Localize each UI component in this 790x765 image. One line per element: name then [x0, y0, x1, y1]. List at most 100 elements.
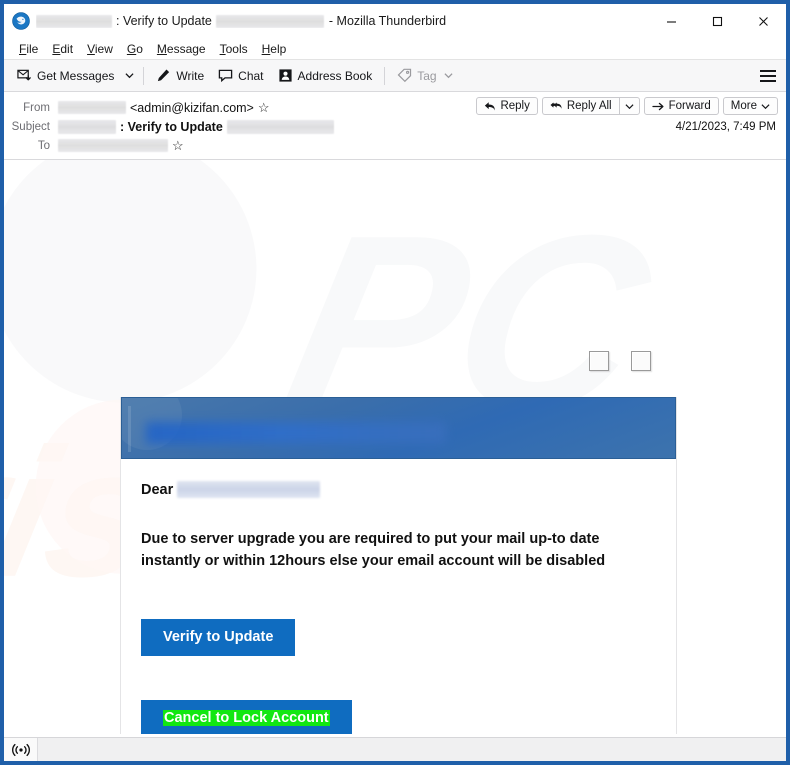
menu-help[interactable]: Help [255, 40, 294, 58]
chevron-down-icon [761, 103, 770, 109]
from-name-redaction [58, 101, 126, 114]
menu-view[interactable]: View [80, 40, 120, 58]
menu-message[interactable]: Message [150, 40, 213, 58]
image-placeholder-row [589, 351, 651, 371]
title-redaction-2 [215, 14, 324, 28]
write-button[interactable]: Write [149, 65, 211, 86]
title-redaction-1 [36, 14, 112, 28]
cancel-button-highlight: Cancel to Lock Account [163, 709, 330, 726]
reply-label: Reply [500, 100, 530, 112]
menu-edit[interactable]: Edit [45, 40, 80, 58]
message-reading-pane: PC risk. com Dear Due t [4, 160, 786, 734]
message-actions: Reply Reply All Forward More [476, 97, 778, 115]
write-label: Write [176, 68, 205, 83]
subject-value: : Verify to Update [58, 119, 334, 134]
from-value: <admin@kizifan.com> ☆ [58, 100, 270, 116]
address-book-button[interactable]: Address Book [271, 65, 380, 86]
close-icon [758, 16, 768, 26]
chat-bubble-icon [218, 69, 233, 83]
header-row-subject: Subject : Verify to Update [4, 117, 786, 136]
subject-text: : Verify to Update [120, 119, 223, 134]
more-button[interactable]: More [722, 97, 778, 115]
email-body-text: Due to server upgrade you are required t… [141, 531, 606, 570]
from-star-icon[interactable]: ☆ [258, 100, 270, 116]
thunderbird-window: : Verify to Update - Mozilla Thunderbird… [0, 0, 790, 765]
to-star-icon[interactable]: ☆ [172, 138, 184, 154]
get-messages-button[interactable]: Get Messages [10, 65, 121, 86]
window-title: : Verify to Update - Mozilla Thunderbird [36, 14, 446, 28]
reply-all-group: Reply All [541, 97, 640, 115]
more-label: More [730, 100, 757, 112]
address-book-icon [278, 69, 292, 82]
status-bar [4, 737, 786, 761]
thunderbird-icon [12, 12, 30, 30]
app-menu-button[interactable] [760, 69, 776, 82]
forward-arrow-icon [651, 102, 664, 110]
menu-file[interactable]: FFileile [12, 40, 45, 58]
tag-button[interactable]: Tag [390, 65, 459, 86]
primary-cta-wrap: Verify to Update [141, 618, 656, 656]
chevron-down-icon [125, 73, 134, 79]
email-body: Dear Due to server upgrade you are requi… [121, 459, 676, 734]
toolbar-separator-1 [143, 66, 145, 85]
chat-label: Chat [238, 68, 264, 83]
chevron-down-icon [444, 73, 453, 79]
get-messages-dropdown[interactable] [121, 69, 138, 82]
subject-redaction-2 [226, 119, 334, 134]
reply-button[interactable]: Reply [476, 97, 538, 115]
reply-icon [485, 101, 496, 110]
chat-button[interactable]: Chat [211, 65, 270, 86]
minimize-button[interactable] [648, 4, 694, 38]
maximize-button[interactable] [694, 4, 740, 38]
forward-button[interactable]: Forward [643, 97, 719, 115]
reply-all-icon [550, 101, 562, 109]
get-messages-label: Get Messages [37, 68, 115, 83]
banner-brand-logo-redaction [146, 422, 446, 444]
menu-go[interactable]: Go [120, 40, 150, 58]
email-content-card: Dear Due to server upgrade you are requi… [120, 397, 677, 734]
broken-image-placeholder-icon [589, 351, 609, 371]
broadcast-icon[interactable] [4, 738, 38, 761]
secondary-cta-wrap: Cancel to Lock Account [141, 699, 656, 734]
reply-all-button[interactable]: Reply All [541, 97, 619, 115]
message-date: 4/21/2023, 7:49 PM [675, 121, 776, 133]
title-bar: : Verify to Update - Mozilla Thunderbird [4, 4, 786, 38]
window-controls [648, 4, 786, 38]
to-address-redaction [58, 139, 168, 152]
hamburger-icon-bar [760, 69, 776, 72]
recipient-redaction [177, 481, 321, 498]
pencil-icon [158, 69, 170, 82]
broken-image-placeholder-icon [631, 351, 651, 371]
tag-icon [397, 68, 412, 83]
main-toolbar: Get Messages Write Chat Address Book Tag [4, 60, 786, 92]
menu-tools[interactable]: Tools [213, 40, 255, 58]
tag-label: Tag [417, 68, 437, 83]
hamburger-icon-bar [760, 79, 776, 82]
window-title-middle: : Verify to Update [116, 14, 212, 28]
email-banner [121, 397, 676, 459]
cancel-to-lock-account-button[interactable]: Cancel to Lock Account [141, 699, 352, 734]
chevron-down-icon [625, 103, 634, 109]
subject-label: Subject [11, 120, 50, 133]
broadcast-glyph [11, 743, 30, 756]
maximize-icon [712, 16, 722, 26]
reply-all-label: Reply All [566, 100, 612, 112]
message-header: From <admin@kizifan.com> ☆ Subject : Ver… [4, 92, 786, 160]
menu-bar: FFileile Edit View Go Message Tools Help [4, 38, 786, 60]
verify-to-update-button[interactable]: Verify to Update [141, 618, 296, 656]
from-address[interactable]: <admin@kizifan.com> [130, 101, 254, 115]
minimize-icon [666, 20, 676, 23]
reply-all-dropdown[interactable] [618, 97, 640, 115]
address-book-label: Address Book [297, 68, 373, 83]
to-value: ☆ [58, 138, 184, 154]
hamburger-icon-bar [760, 74, 776, 77]
from-label: From [23, 101, 50, 114]
close-button[interactable] [740, 4, 786, 38]
get-messages-icon [17, 69, 31, 81]
header-row-to: To ☆ [4, 136, 786, 155]
toolbar-separator-2 [384, 66, 386, 85]
window-title-suffix: - Mozilla Thunderbird [328, 14, 447, 28]
subject-redaction-1 [58, 119, 116, 134]
to-label: To [37, 139, 50, 152]
email-greeting-row: Dear [141, 481, 656, 498]
